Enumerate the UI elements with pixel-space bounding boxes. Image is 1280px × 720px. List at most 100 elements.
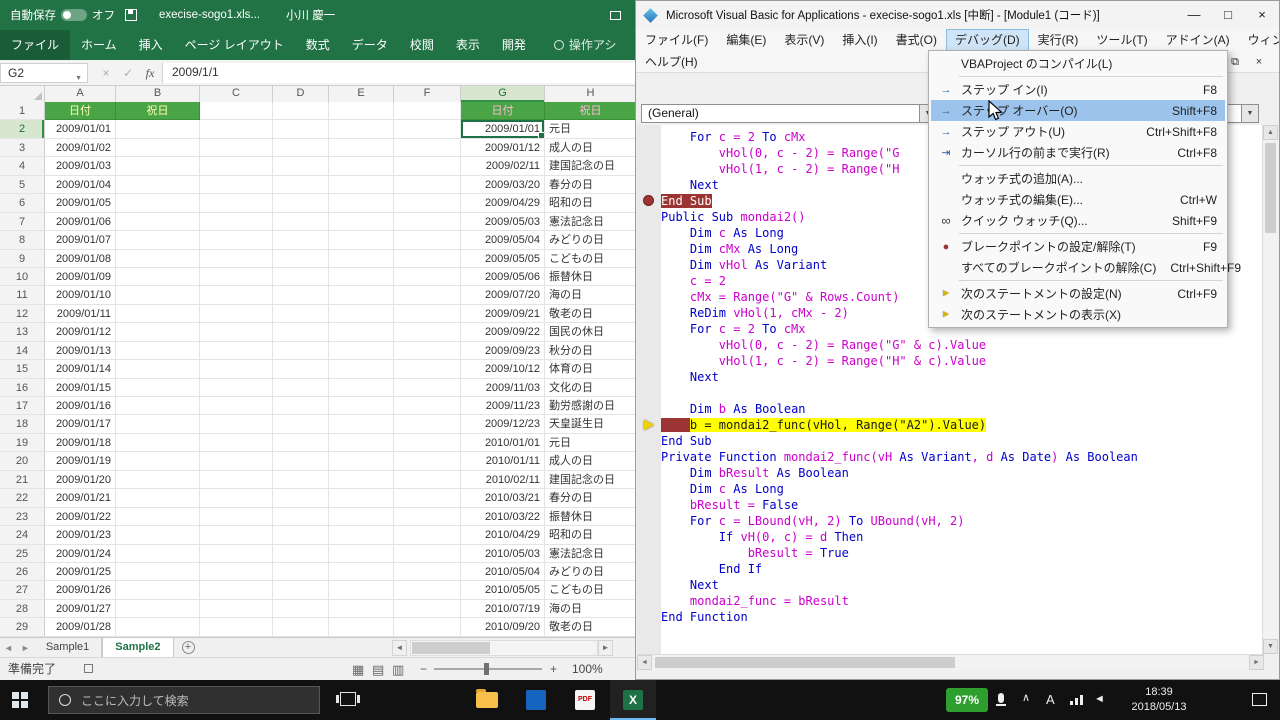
zoom-in-button[interactable]: +: [550, 658, 557, 680]
cell-C10[interactable]: [200, 268, 273, 286]
cell-F12[interactable]: [394, 305, 461, 323]
cell-D20[interactable]: [273, 452, 329, 470]
cell-E19[interactable]: [329, 434, 394, 452]
mdi-close-icon[interactable]: ×: [1247, 52, 1271, 72]
row-header-23[interactable]: 23: [0, 508, 45, 526]
cell-G6[interactable]: 2009/04/29: [461, 194, 545, 212]
cell-H11[interactable]: 海の日: [545, 286, 635, 304]
vba-menu-ウィンドウ(W)[interactable]: ウィンドウ(W): [1239, 29, 1280, 51]
menu-item-show-next-statement[interactable]: ►次のステートメントの表示(X): [931, 304, 1225, 325]
cell-G5[interactable]: 2009/03/20: [461, 176, 545, 194]
cell-D23[interactable]: [273, 508, 329, 526]
row-header-2[interactable]: 2: [0, 120, 45, 138]
cell-A15[interactable]: 2009/01/14: [45, 360, 116, 378]
zoom-slider[interactable]: [434, 668, 542, 670]
grid-body[interactable]: 1日付祝日日付祝日22009/01/012009/01/01元日32009/01…: [0, 102, 635, 637]
vba-menu-help[interactable]: ヘルプ(H): [636, 51, 707, 73]
cell-H16[interactable]: 文化の日: [545, 379, 635, 397]
cell-G23[interactable]: 2010/03/22: [461, 508, 545, 526]
column-header-F[interactable]: F: [394, 86, 461, 102]
cell-E28[interactable]: [329, 600, 394, 618]
cell-H13[interactable]: 国民の休日: [545, 323, 635, 341]
cell-E5[interactable]: [329, 176, 394, 194]
cell-E29[interactable]: [329, 618, 394, 636]
cell-C25[interactable]: [200, 545, 273, 563]
cell-F13[interactable]: [394, 323, 461, 341]
row-header-14[interactable]: 14: [0, 342, 45, 360]
cell-H8[interactable]: みどりの日: [545, 231, 635, 249]
sheet-nav-left-icon[interactable]: ◄: [0, 643, 17, 653]
row-header-21[interactable]: 21: [0, 471, 45, 489]
vscroll-thumb[interactable]: [1265, 143, 1276, 233]
menu-item-quick-watch[interactable]: ∞クイック ウォッチ(Q)...Shift+F9: [931, 210, 1225, 231]
cell-F11[interactable]: [394, 286, 461, 304]
cell-F29[interactable]: [394, 618, 461, 636]
cell-B21[interactable]: [116, 471, 200, 489]
cell-A8[interactable]: 2009/01/07: [45, 231, 116, 249]
row-header-16[interactable]: 16: [0, 379, 45, 397]
cell-D2[interactable]: [273, 120, 329, 138]
row-header-22[interactable]: 22: [0, 489, 45, 507]
cell-F4[interactable]: [394, 157, 461, 175]
taskbar-app-pdf[interactable]: PDF: [562, 680, 608, 720]
vertical-scrollbar[interactable]: ▲ ▼: [1262, 125, 1278, 654]
cell-B25[interactable]: [116, 545, 200, 563]
cell-B22[interactable]: [116, 489, 200, 507]
cell-A1[interactable]: 日付: [45, 102, 116, 120]
row-header-15[interactable]: 15: [0, 360, 45, 378]
network-icon[interactable]: [1070, 695, 1083, 705]
cell-A4[interactable]: 2009/01/03: [45, 157, 116, 175]
cell-F23[interactable]: [394, 508, 461, 526]
ribbon-tab-データ[interactable]: データ: [341, 30, 399, 60]
cell-C27[interactable]: [200, 581, 273, 599]
row-header-8[interactable]: 8: [0, 231, 45, 249]
ribbon-tab-ホーム[interactable]: ホーム: [70, 30, 128, 60]
cell-D27[interactable]: [273, 581, 329, 599]
cell-A5[interactable]: 2009/01/04: [45, 176, 116, 194]
battery-indicator[interactable]: 97%: [946, 688, 988, 712]
cell-D17[interactable]: [273, 397, 329, 415]
cell-A21[interactable]: 2009/01/20: [45, 471, 116, 489]
combo-dropdown-icon[interactable]: ▼: [1241, 105, 1258, 122]
cell-B20[interactable]: [116, 452, 200, 470]
cell-H18[interactable]: 天皇誕生日: [545, 415, 635, 433]
cell-F3[interactable]: [394, 139, 461, 157]
cell-E12[interactable]: [329, 305, 394, 323]
cell-F8[interactable]: [394, 231, 461, 249]
cell-D29[interactable]: [273, 618, 329, 636]
cell-H5[interactable]: 春分の日: [545, 176, 635, 194]
vba-menu-実行(R)[interactable]: 実行(R): [1029, 29, 1088, 51]
microphone-icon[interactable]: [998, 693, 1004, 703]
cell-H29[interactable]: 敬老の日: [545, 618, 635, 636]
cell-G14[interactable]: 2009/09/23: [461, 342, 545, 360]
cell-E1[interactable]: [329, 102, 394, 120]
cell-F18[interactable]: [394, 415, 461, 433]
cell-D8[interactable]: [273, 231, 329, 249]
cell-G16[interactable]: 2009/11/03: [461, 379, 545, 397]
cell-B1[interactable]: 祝日: [116, 102, 200, 120]
row-header-25[interactable]: 25: [0, 545, 45, 563]
cell-B29[interactable]: [116, 618, 200, 636]
cell-H27[interactable]: こどもの日: [545, 581, 635, 599]
row-header-11[interactable]: 11: [0, 286, 45, 304]
tray-chevron-icon[interactable]: ∧: [1022, 691, 1030, 704]
cell-B18[interactable]: [116, 415, 200, 433]
cell-D16[interactable]: [273, 379, 329, 397]
breakpoint-indicator[interactable]: [643, 195, 654, 206]
formula-input[interactable]: 2009/1/1: [162, 63, 635, 83]
row-header-20[interactable]: 20: [0, 452, 45, 470]
cell-E21[interactable]: [329, 471, 394, 489]
cell-B14[interactable]: [116, 342, 200, 360]
cell-C12[interactable]: [200, 305, 273, 323]
cell-B11[interactable]: [116, 286, 200, 304]
taskbar-app-excel[interactable]: X: [610, 680, 656, 720]
vba-menu-ファイル(F)[interactable]: ファイル(F): [636, 29, 717, 51]
close-button[interactable]: ×: [1245, 1, 1279, 29]
cell-G9[interactable]: 2009/05/05: [461, 250, 545, 268]
cell-C7[interactable]: [200, 213, 273, 231]
cell-H26[interactable]: みどりの日: [545, 563, 635, 581]
hscroll-thumb[interactable]: [412, 642, 490, 654]
cell-B16[interactable]: [116, 379, 200, 397]
cell-B3[interactable]: [116, 139, 200, 157]
new-sheet-button[interactable]: +: [182, 641, 195, 654]
